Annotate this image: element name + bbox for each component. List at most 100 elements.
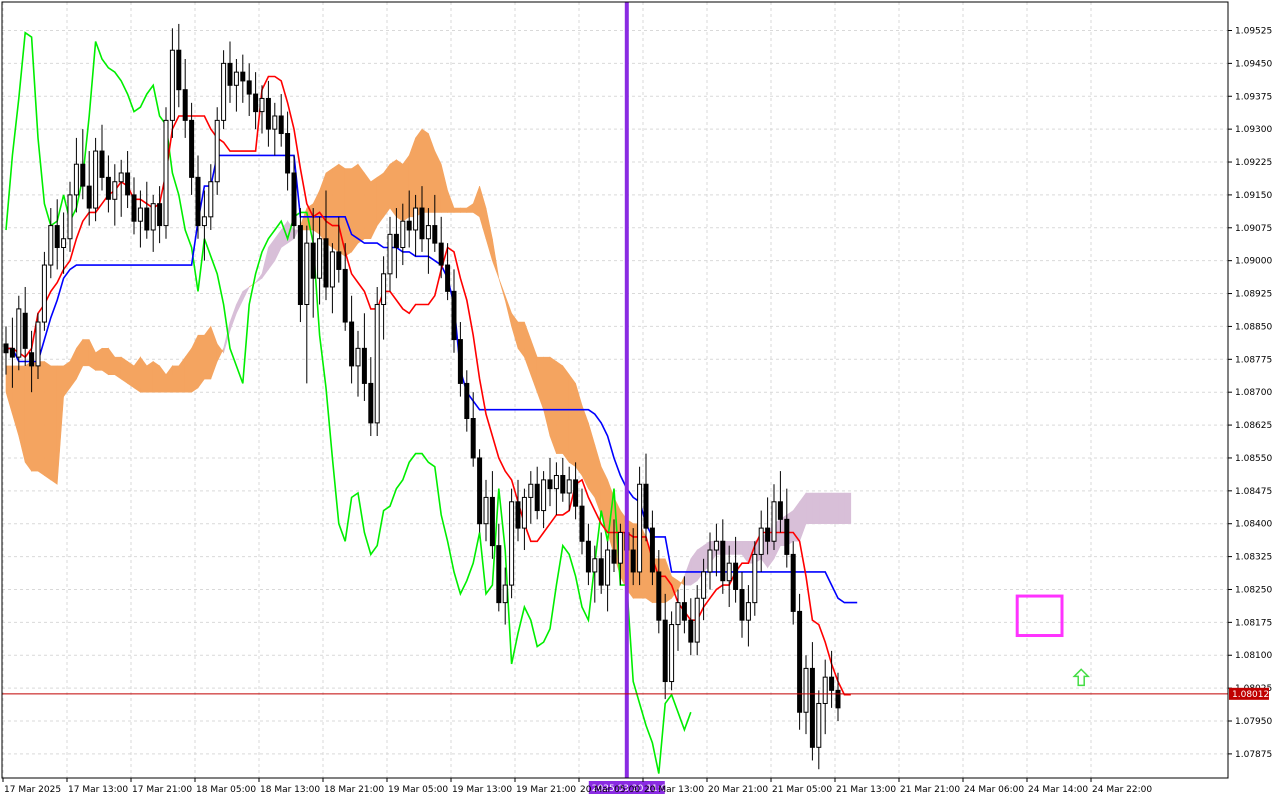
candle-body[interactable] <box>502 584 508 604</box>
candle-body[interactable] <box>317 238 323 279</box>
candle-body[interactable] <box>265 97 271 130</box>
candle-body[interactable] <box>560 474 566 494</box>
candle-body[interactable] <box>617 531 623 564</box>
candle-body[interactable] <box>368 382 374 424</box>
candle-body[interactable] <box>195 176 201 227</box>
candle-body[interactable] <box>240 71 246 82</box>
candle-body[interactable] <box>528 483 534 498</box>
candle-body[interactable] <box>790 553 796 612</box>
candle-body[interactable] <box>470 417 476 459</box>
candle-body[interactable] <box>656 571 662 621</box>
candle-body[interactable] <box>681 602 687 621</box>
candle-body[interactable] <box>425 225 431 240</box>
candle-body[interactable] <box>355 347 361 367</box>
candle-body[interactable] <box>35 321 41 367</box>
candle-body[interactable] <box>515 501 521 529</box>
candle-body[interactable] <box>374 304 380 424</box>
candle-body[interactable] <box>99 150 105 178</box>
candle-body[interactable] <box>669 624 675 683</box>
candle-body[interactable] <box>662 619 668 683</box>
candle-body[interactable] <box>579 505 585 542</box>
candle-body[interactable] <box>285 133 291 174</box>
candle-body[interactable] <box>694 597 700 643</box>
candle-body[interactable] <box>3 343 9 354</box>
candle-body[interactable] <box>457 339 463 384</box>
candle-body[interactable] <box>598 558 604 586</box>
candle-body[interactable] <box>310 242 316 279</box>
candle-body[interactable] <box>816 702 822 748</box>
candle-body[interactable] <box>41 264 47 323</box>
candle-body[interactable] <box>118 172 124 183</box>
candle-body[interactable] <box>393 233 399 249</box>
candle-body[interactable] <box>649 527 655 573</box>
candle-body[interactable] <box>67 194 73 240</box>
candle-body[interactable] <box>150 203 156 231</box>
candle-body[interactable] <box>157 203 163 227</box>
candle-body[interactable] <box>835 689 841 709</box>
candle-body[interactable] <box>297 225 303 306</box>
candle-body[interactable] <box>291 172 297 227</box>
candle-body[interactable] <box>797 610 803 713</box>
candle-body[interactable] <box>573 479 579 507</box>
candle-body[interactable] <box>752 553 758 604</box>
candle-body[interactable] <box>688 619 694 643</box>
candle-body[interactable] <box>483 496 489 525</box>
candle-body[interactable] <box>163 119 169 227</box>
candle-body[interactable] <box>387 233 393 275</box>
candle-body[interactable] <box>765 527 771 542</box>
candle-body[interactable] <box>489 496 495 547</box>
candle-body[interactable] <box>169 49 175 121</box>
candle-body[interactable] <box>272 115 278 130</box>
candle-body[interactable] <box>509 501 515 586</box>
candle-body[interactable] <box>48 225 54 266</box>
candle-body[interactable] <box>22 312 28 349</box>
candle-body[interactable] <box>720 540 726 582</box>
chart-container[interactable]: 2025.03.20 11:00 1.09525 1.09450 1.09375 1.… <box>0 0 1280 800</box>
candle-body[interactable] <box>112 181 118 200</box>
candle-body[interactable] <box>585 540 591 573</box>
candle-body[interactable] <box>809 667 815 748</box>
candle-body[interactable] <box>349 321 355 367</box>
candle-body[interactable] <box>553 474 559 490</box>
candle-body[interactable] <box>336 251 342 270</box>
candle-body[interactable] <box>451 290 457 341</box>
candle-body[interactable] <box>822 676 828 704</box>
candle-body[interactable] <box>713 540 719 551</box>
candle-body[interactable] <box>329 251 335 288</box>
candle-body[interactable] <box>675 602 681 626</box>
candle-body[interactable] <box>221 62 227 121</box>
price-chart[interactable]: 2025.03.20 11:00 1.095251.094501.093751.… <box>0 0 1280 800</box>
candle-body[interactable] <box>214 119 220 183</box>
candle-body[interactable] <box>611 549 617 564</box>
candle-body[interactable] <box>438 242 444 266</box>
candle-body[interactable] <box>733 562 739 590</box>
candle-body[interactable] <box>342 268 348 323</box>
candle-body[interactable] <box>9 347 15 358</box>
candle-body[interactable] <box>745 602 751 621</box>
candle-body[interactable] <box>707 549 713 573</box>
candle-body[interactable] <box>125 172 131 196</box>
candle-body[interactable] <box>182 89 188 121</box>
candle-body[interactable] <box>547 479 553 490</box>
candle-body[interactable] <box>29 352 35 367</box>
candle-body[interactable] <box>464 382 470 419</box>
candle-body[interactable] <box>253 93 259 113</box>
candle-body[interactable] <box>259 97 265 113</box>
candle-body[interactable] <box>227 62 233 86</box>
candle-body[interactable] <box>361 347 367 384</box>
candle-body[interactable] <box>323 238 329 288</box>
candle-body[interactable] <box>496 545 502 604</box>
candle-body[interactable] <box>637 483 643 573</box>
candle-body[interactable] <box>16 308 22 358</box>
candle-body[interactable] <box>445 264 451 292</box>
candle-body[interactable] <box>739 588 745 621</box>
candle-body[interactable] <box>105 176 111 200</box>
candle-body[interactable] <box>777 501 783 520</box>
candle-body[interactable] <box>137 207 143 222</box>
candle-body[interactable] <box>784 518 790 555</box>
candle-body[interactable] <box>758 527 764 555</box>
candle-body[interactable] <box>771 501 777 542</box>
candle-body[interactable] <box>208 181 214 218</box>
candle-body[interactable] <box>829 676 835 691</box>
candle-body[interactable] <box>176 49 182 91</box>
